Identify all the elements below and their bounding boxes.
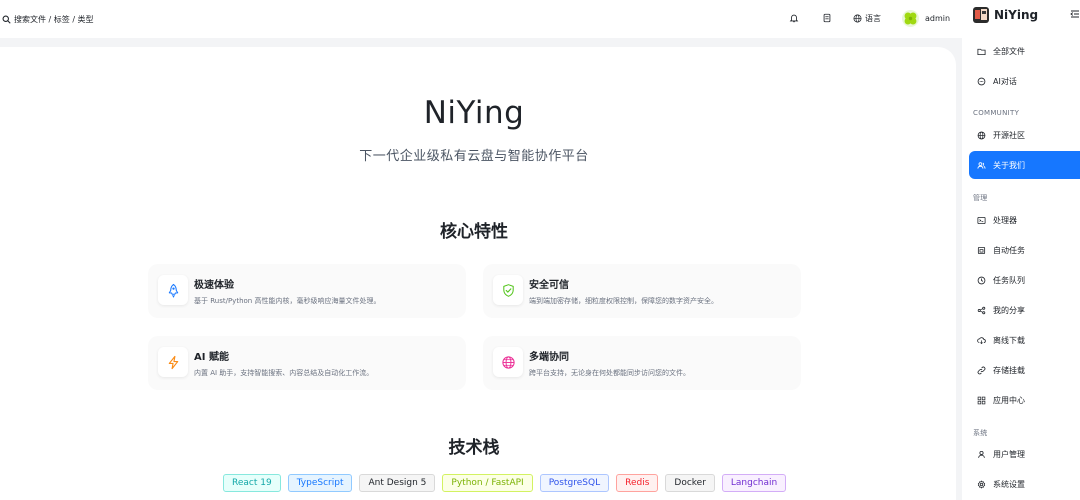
language-label: 语言 xyxy=(865,13,881,23)
search-box[interactable]: 搜索文件 / 标签 / 类型 xyxy=(0,9,94,29)
feature-title: AI 赋能 xyxy=(194,352,229,363)
sidebar-item-label: 应用中心 xyxy=(993,395,1025,405)
feature-title: 安全可信 xyxy=(529,280,569,291)
feature-card-speed: 极速体验 基于 Rust/Python 高性能内核，毫秒级响应海量文件处理。 xyxy=(148,264,466,318)
search-icon xyxy=(2,15,11,24)
feature-desc: 跨平台支持，无论身在何处都能同步访问您的文件。 xyxy=(529,369,690,377)
user-name: admin xyxy=(925,13,951,23)
tech-tag: Ant Design 5 xyxy=(359,474,436,492)
logo-icon xyxy=(973,7,989,23)
tech-tag: Redis xyxy=(616,474,659,492)
sidebar-item-storage-mount[interactable]: 存储挂载 xyxy=(969,356,1080,384)
collapse-sidebar-icon[interactable] xyxy=(1070,9,1080,19)
sidebar-item-label: 系统设置 xyxy=(993,479,1025,489)
feature-icon-box xyxy=(493,275,523,305)
sidebar-item-processor[interactable]: 处理器 xyxy=(969,206,1080,234)
sidebar-item-label: 全部文件 xyxy=(993,46,1025,56)
sidebar-item-task-queue[interactable]: 任务队列 xyxy=(969,266,1080,294)
rocket-icon xyxy=(168,283,178,298)
folder-icon xyxy=(977,48,986,55)
sidebar-item-label: 开源社区 xyxy=(993,130,1025,140)
sidebar-item-label: 存储挂载 xyxy=(993,365,1025,375)
feature-icon-box xyxy=(158,347,188,377)
shield-check-icon xyxy=(502,283,514,297)
tech-tag: React 19 xyxy=(223,474,281,492)
sidebar-item-my-shares[interactable]: 我的分享 xyxy=(969,296,1080,324)
sidebar-item-ai-chat[interactable]: AI对话 xyxy=(969,67,1080,95)
feature-desc: 端到端加密存储，细粒度权限控制，保障您的数字资产安全。 xyxy=(529,297,718,305)
sidebar-item-label: 关于我们 xyxy=(993,160,1025,170)
tech-tag: Docker xyxy=(665,474,715,492)
sidebar-item-user-management[interactable]: 用户管理 xyxy=(969,440,1080,468)
tech-stack-tags: React 19 TypeScript Ant Design 5 Python / F… xyxy=(223,474,793,492)
bell-icon xyxy=(789,14,799,23)
sidebar-item-label: AI对话 xyxy=(993,76,1017,86)
sidebar-item-label: 离线下载 xyxy=(993,335,1025,345)
lightning-icon xyxy=(168,355,178,369)
sidebar-group-system: 系统 xyxy=(973,429,988,437)
link-icon xyxy=(977,366,986,374)
users-icon xyxy=(977,161,986,169)
sidebar-item-label: 处理器 xyxy=(993,215,1017,225)
page-title: NiYing xyxy=(423,95,525,131)
clock-icon xyxy=(977,276,986,284)
sidebar-item-label: 自动任务 xyxy=(993,245,1025,255)
tech-stack-heading: 技术栈 xyxy=(448,438,500,458)
sidebar-group-manage: 管理 xyxy=(973,194,988,202)
feature-icon-box xyxy=(158,275,188,305)
sidebar-item-system-settings[interactable]: 系统设置 xyxy=(969,470,1080,498)
top-header: 搜索文件 / 标签 / 类型 语言 admin xyxy=(0,0,962,38)
tech-tag: Python / FastAPI xyxy=(442,474,533,492)
feature-title: 多端协同 xyxy=(529,352,569,363)
globe-icon xyxy=(977,131,986,139)
feature-desc: 内置 AI 助手，支持智能搜索、内容总结及自动化工作流。 xyxy=(194,369,374,377)
feature-card-sync: 多端协同 跨平台支持，无论身在何处都能同步访问您的文件。 xyxy=(483,336,801,390)
terminal-icon xyxy=(977,216,986,224)
features-heading: 核心特性 xyxy=(440,222,508,242)
clover-avatar-icon xyxy=(904,12,917,24)
feature-icon-box xyxy=(493,347,523,377)
sidebar-item-auto-tasks[interactable]: 自动任务 xyxy=(969,236,1080,264)
sidebar-item-open-source[interactable]: 开源社区 xyxy=(969,121,1080,149)
tech-tag: Langchain xyxy=(721,474,787,492)
tech-tag: TypeScript xyxy=(287,474,353,492)
sidebar-group-community: COMMUNITY xyxy=(973,109,1020,117)
cloud-download-icon xyxy=(977,336,986,344)
globe-icon xyxy=(501,355,515,369)
feature-card-ai: AI 赋能 内置 AI 助手，支持智能搜索、内容总结及自动化工作流。 xyxy=(148,336,466,390)
tech-tag: PostgreSQL xyxy=(539,474,610,492)
language-switcher[interactable]: 语言 xyxy=(853,10,881,26)
feature-title: 极速体验 xyxy=(194,280,234,291)
about-content: NiYing 下一代企业级私有云盘与智能协作平台 核心特性 极速体验 基于 Ru… xyxy=(0,47,956,500)
sidebar-item-label: 用户管理 xyxy=(993,449,1025,459)
page-subtitle: 下一代企业级私有云盘与智能协作平台 xyxy=(359,149,589,164)
calendar-icon xyxy=(977,246,986,254)
sidebar-item-about-us[interactable]: 关于我们 xyxy=(969,151,1080,179)
grid-icon xyxy=(977,396,986,404)
brand[interactable]: NiYing xyxy=(973,6,1038,24)
avatar xyxy=(902,9,919,27)
sidebar: NiYing 全部文件 AI对话 COMMUNITY 开源社区 关于我们 管理 … xyxy=(962,0,1080,500)
document-icon xyxy=(823,13,831,23)
sidebar-item-app-center[interactable]: 应用中心 xyxy=(969,386,1080,414)
user-menu[interactable]: admin xyxy=(902,8,950,28)
sidebar-item-label: 任务队列 xyxy=(993,275,1025,285)
chat-icon xyxy=(977,77,986,85)
feature-desc: 基于 Rust/Python 高性能内核，毫秒级响应海量文件处理。 xyxy=(194,297,381,305)
globe-icon xyxy=(853,14,862,22)
search-placeholder: 搜索文件 / 标签 / 类型 xyxy=(14,14,94,24)
notification-button[interactable] xyxy=(788,12,800,24)
doc-button[interactable] xyxy=(821,12,833,24)
sidebar-item-all-files[interactable]: 全部文件 xyxy=(969,37,1080,65)
brand-name: NiYing xyxy=(994,8,1039,22)
share-icon xyxy=(977,306,986,314)
sidebar-item-label: 我的分享 xyxy=(993,305,1025,315)
feature-card-security: 安全可信 端到端加密存储，细粒度权限控制，保障您的数字资产安全。 xyxy=(483,264,801,318)
user-icon xyxy=(978,450,985,458)
sidebar-item-offline-download[interactable]: 离线下载 xyxy=(969,326,1080,354)
gear-icon xyxy=(977,480,986,488)
